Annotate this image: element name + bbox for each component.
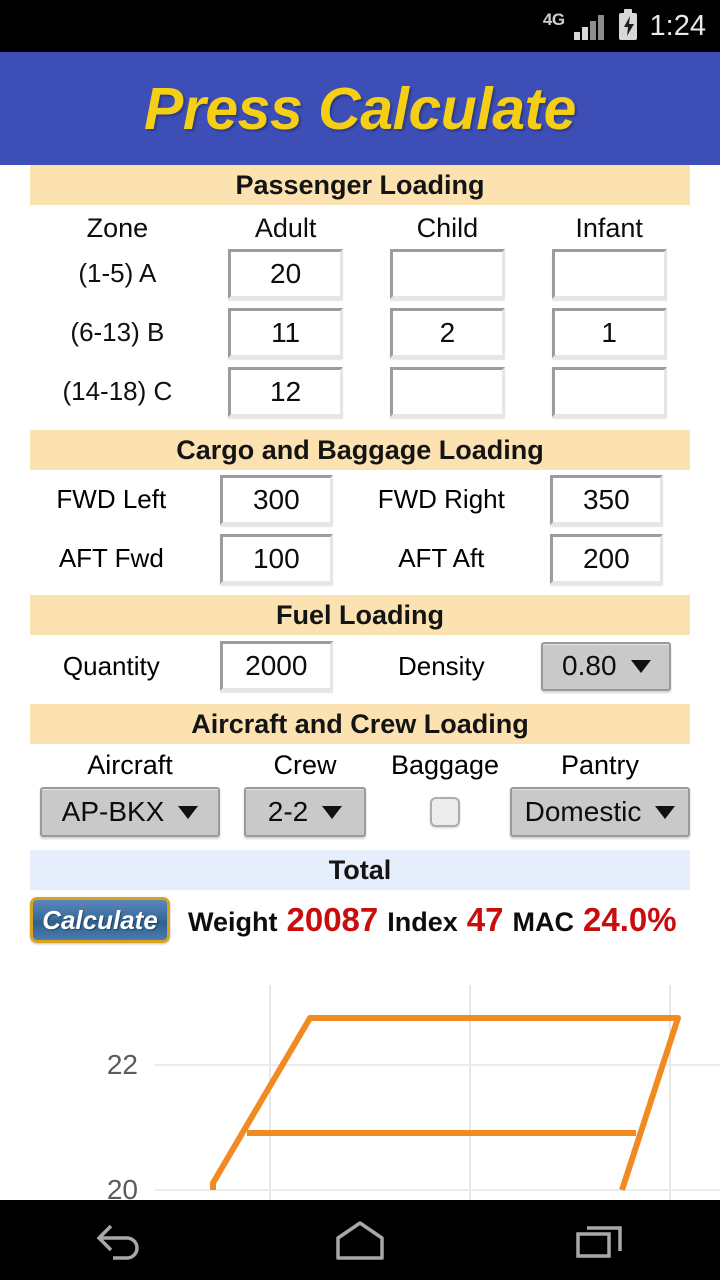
infant-input-b[interactable]: 1 bbox=[551, 307, 667, 358]
fwd-right-input[interactable]: 350 bbox=[549, 474, 663, 525]
pantry-label: Pantry bbox=[560, 750, 640, 780]
calculate-button[interactable]: Calculate bbox=[30, 897, 170, 943]
aft-aft-label: AFT Aft bbox=[398, 543, 485, 573]
baggage-label: Baggage bbox=[390, 750, 500, 780]
fwd-left-label: FWD Left bbox=[56, 484, 167, 514]
fwd-left-input[interactable]: 300 bbox=[219, 474, 333, 525]
aircraft-value: AP-BKX bbox=[61, 796, 165, 827]
recents-icon[interactable] bbox=[540, 1200, 660, 1280]
passenger-row-c: (14-18) C 12 bbox=[30, 362, 690, 421]
weight-label: Weight bbox=[188, 907, 278, 937]
android-nav-bar bbox=[0, 1200, 720, 1280]
cg-envelope-chart[interactable]: 22 20 bbox=[0, 975, 720, 1200]
section-header-aircraft-label: Aircraft and Crew Loading bbox=[191, 708, 529, 739]
app-screen: 4G 1:24 Press Calculate Passenger Loadin… bbox=[0, 0, 720, 1280]
index-value: 47 bbox=[466, 901, 504, 938]
app-title-bar: Press Calculate bbox=[0, 52, 720, 165]
fuel-quantity-input[interactable]: 2000 bbox=[219, 641, 333, 691]
col-header-infant: Infant bbox=[575, 213, 643, 243]
aircraft-dropdown[interactable]: AP-BKX bbox=[40, 787, 220, 837]
chart-ytick-22: 22 bbox=[107, 1049, 138, 1080]
aft-aft-input[interactable]: 200 bbox=[549, 533, 663, 584]
mac-label: MAC bbox=[512, 907, 575, 937]
section-header-cargo-label: Cargo and Baggage Loading bbox=[176, 434, 544, 465]
passenger-row-b: (6-13) B 11 2 1 bbox=[30, 303, 690, 362]
col-header-adult: Adult bbox=[254, 213, 317, 243]
child-input-a[interactable] bbox=[389, 248, 505, 299]
section-header-total-label: Total bbox=[328, 854, 392, 885]
aircraft-controls-row: AP-BKX 2-2 Domestic bbox=[30, 781, 690, 843]
chevron-down-icon bbox=[630, 659, 651, 673]
passenger-row-a: (1-5) A 20 bbox=[30, 244, 690, 303]
crew-dropdown[interactable]: 2-2 bbox=[244, 787, 366, 837]
baggage-checkbox[interactable] bbox=[430, 797, 460, 827]
aircraft-column-headers: Aircraft Crew Baggage Pantry bbox=[30, 750, 690, 781]
total-results-row: Calculate Weight 20087 Index 47 MAC 24.0… bbox=[30, 890, 690, 950]
network-type-label: 4G bbox=[542, 9, 565, 29]
weight-value: 20087 bbox=[286, 901, 379, 938]
aircraft-label: Aircraft bbox=[87, 750, 173, 780]
section-header-aircraft: Aircraft and Crew Loading bbox=[30, 704, 690, 744]
battery-charging-icon bbox=[618, 8, 637, 40]
chart-envelope-line bbox=[210, 1015, 681, 1191]
chart-horizontal-gridlines bbox=[155, 1064, 720, 1191]
infant-input-a[interactable] bbox=[551, 248, 667, 299]
col-header-zone: Zone bbox=[86, 213, 149, 243]
aft-fwd-label: AFT Fwd bbox=[58, 543, 164, 573]
zone-label-a: (1-5) A bbox=[78, 258, 157, 288]
col-header-child: Child bbox=[416, 213, 479, 243]
infant-input-c[interactable] bbox=[551, 366, 667, 417]
signal-bars-icon bbox=[573, 14, 604, 40]
adult-input-b[interactable]: 11 bbox=[228, 307, 344, 358]
zone-label-b: (6-13) B bbox=[70, 317, 165, 347]
cargo-row-fwd: FWD Left 300 FWD Right 350 bbox=[30, 470, 690, 529]
section-header-cargo: Cargo and Baggage Loading bbox=[30, 430, 690, 470]
crew-label: Crew bbox=[273, 750, 337, 780]
chevron-down-icon bbox=[655, 805, 676, 819]
fwd-right-label: FWD Right bbox=[377, 484, 505, 514]
fuel-density-value: 0.80 bbox=[562, 650, 617, 681]
chart-ytick-20: 20 bbox=[107, 1174, 138, 1200]
status-bar-clock: 1:24 bbox=[649, 9, 706, 42]
adult-input-c[interactable]: 12 bbox=[228, 366, 344, 417]
passenger-column-headers: Zone Adult Child Infant bbox=[30, 213, 690, 244]
home-icon[interactable] bbox=[300, 1200, 420, 1280]
fuel-row: Quantity 2000 Density 0.80 bbox=[30, 635, 690, 697]
pantry-dropdown[interactable]: Domestic bbox=[510, 787, 690, 837]
zone-label-c: (14-18) C bbox=[62, 376, 173, 406]
section-header-total: Total bbox=[30, 850, 690, 890]
mac-value: 24.0% bbox=[583, 901, 677, 938]
fuel-density-label: Density bbox=[397, 650, 485, 681]
adult-input-a[interactable]: 20 bbox=[228, 248, 344, 299]
child-input-b[interactable]: 2 bbox=[389, 307, 505, 358]
chart-svg: 22 20 bbox=[107, 985, 720, 1200]
page-title: Press Calculate bbox=[144, 75, 576, 142]
chevron-down-icon bbox=[322, 805, 343, 819]
child-input-c[interactable] bbox=[389, 366, 505, 417]
section-header-fuel: Fuel Loading bbox=[30, 595, 690, 635]
section-header-fuel-label: Fuel Loading bbox=[276, 599, 444, 630]
status-bar: 4G 1:24 bbox=[0, 0, 720, 52]
fuel-quantity-label: Quantity bbox=[62, 650, 160, 681]
crew-value: 2-2 bbox=[267, 796, 309, 827]
aft-fwd-input[interactable]: 100 bbox=[219, 533, 333, 584]
cargo-row-aft: AFT Fwd 100 AFT Aft 200 bbox=[30, 529, 690, 588]
section-header-passenger-label: Passenger Loading bbox=[235, 169, 485, 200]
chevron-down-icon bbox=[178, 805, 199, 819]
back-icon[interactable] bbox=[60, 1200, 180, 1280]
pantry-value: Domestic bbox=[524, 796, 642, 827]
fuel-density-dropdown[interactable]: 0.80 bbox=[541, 641, 672, 691]
index-label: Index bbox=[387, 907, 458, 937]
section-header-passenger: Passenger Loading bbox=[30, 165, 690, 205]
